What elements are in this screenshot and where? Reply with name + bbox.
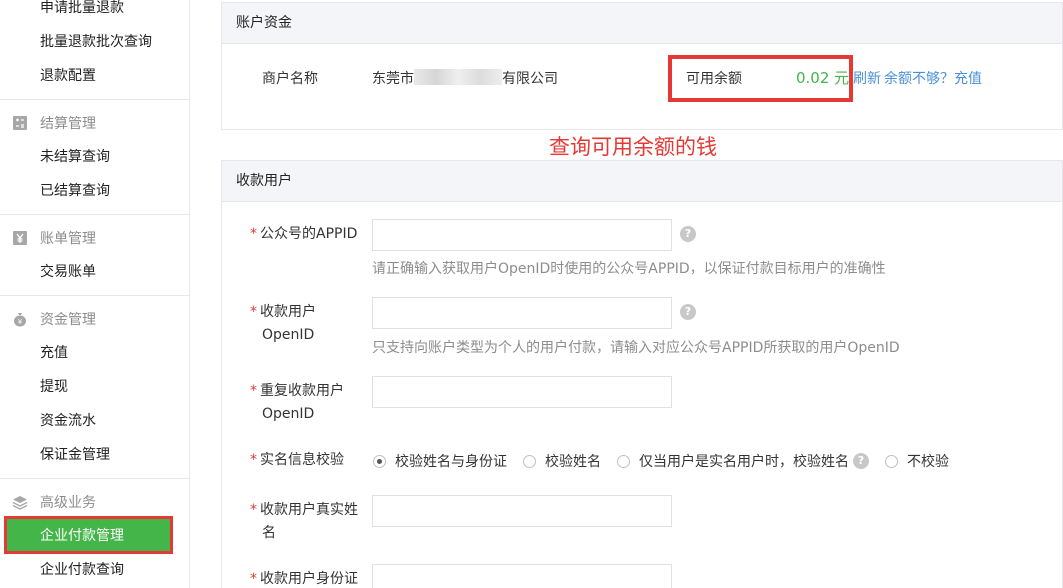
required-asterisk: *	[250, 226, 257, 242]
sidebar-divider	[0, 99, 190, 100]
refresh-link[interactable]: 刷新	[853, 68, 881, 88]
balance-value: 0.02 元	[796, 69, 850, 87]
idcard-label: * 收款用户身份证	[250, 568, 358, 588]
layers-icon	[12, 494, 28, 510]
repeat-openid-label: * 重复收款用户	[250, 380, 344, 403]
merchant-name-prefix: 东莞市	[372, 71, 414, 87]
required-asterisk: *	[250, 452, 257, 468]
idcard-label-text: 收款用户身份证	[260, 571, 358, 587]
required-asterisk: *	[250, 304, 257, 320]
help-icon[interactable]: ?	[853, 453, 869, 469]
sidebar-item-unsettled-query[interactable]: 未结算查询	[40, 147, 110, 167]
verify-radio-none[interactable]	[885, 453, 898, 469]
help-icon[interactable]: ?	[680, 226, 696, 242]
verify-radio-name[interactable]	[523, 453, 536, 469]
appid-hint: 请正确输入获取用户OpenID时使用的公众号APPID，以保证付款目标用户的准确…	[372, 261, 886, 277]
appid-label: * 公众号的APPID	[250, 223, 357, 246]
help-icon[interactable]: ?	[680, 304, 696, 320]
sidebar-divider	[0, 214, 190, 215]
verify-option-label: 不校验	[907, 454, 949, 470]
sidebar-group-settlement: 结算管理	[12, 113, 96, 133]
annotation-text: 查询可用余额的钱	[549, 135, 717, 159]
sidebar-item-enterprise-payment-query[interactable]: 企业付款查询	[40, 560, 124, 580]
sidebar-item-trade-bill[interactable]: 交易账单	[40, 262, 96, 282]
yen-icon	[12, 230, 28, 246]
sidebar-divider	[0, 478, 190, 479]
merchant-name-suffix: 有限公司	[502, 71, 558, 87]
sidebar-item-enterprise-payment-active[interactable]: 企业付款管理	[4, 516, 173, 554]
money-bag-icon: ¥	[12, 311, 28, 327]
settlement-icon	[12, 115, 28, 131]
verify-label-text: 实名信息校验	[260, 452, 344, 468]
redacted-region	[414, 69, 502, 85]
sidebar-group-label: 资金管理	[40, 312, 96, 328]
openid-input[interactable]	[372, 297, 672, 329]
sidebar-group-label: 账单管理	[40, 231, 96, 247]
verify-radio-name-id[interactable]	[373, 453, 386, 469]
sidebar-item-fund-flow[interactable]: 资金流水	[40, 411, 96, 431]
sidebar-item-label: 企业付款管理	[40, 528, 124, 544]
repeat-openid-input[interactable]	[372, 376, 672, 408]
verify-option-label: 校验姓名	[545, 454, 601, 470]
account-funds-title: 账户资金	[222, 3, 1062, 44]
sidebar-group-label: 高级业务	[40, 495, 96, 511]
balance-label: 可用余额	[686, 71, 742, 87]
sidebar-item-settled-query[interactable]: 已结算查询	[40, 181, 110, 201]
repeat-openid-label-line2: OpenID	[262, 406, 315, 422]
required-asterisk: *	[250, 383, 257, 399]
sidebar-item-withdraw[interactable]: 提现	[40, 377, 68, 397]
sidebar-item-recharge[interactable]: 充值	[40, 343, 68, 363]
sidebar-item-deposit-management[interactable]: 保证金管理	[40, 445, 110, 465]
idcard-input[interactable]	[372, 564, 672, 588]
merchant-name-label: 商户名称	[262, 71, 318, 87]
repeat-openid-label-line1: 重复收款用户	[260, 383, 344, 399]
topup-link[interactable]: 余额不够？充值	[884, 68, 982, 88]
verify-option-label: 仅当用户是实名用户时，校验姓名	[639, 454, 849, 470]
sidebar-item-refund-config[interactable]: 退款配置	[40, 66, 96, 86]
realname-input[interactable]	[372, 495, 672, 527]
account-funds-panel: 账户资金	[221, 2, 1063, 130]
verify-option-label: 校验姓名与身份证	[395, 454, 507, 470]
openid-hint: 只支持向账户类型为个人的用户付款，请输入对应公众号APPID所获取的用户Open…	[372, 340, 900, 356]
required-asterisk: *	[250, 571, 257, 587]
verify-radio-realname-only[interactable]	[617, 453, 630, 469]
appid-label-text: 公众号的APPID	[260, 226, 358, 242]
svg-text:¥: ¥	[18, 318, 23, 326]
realname-label-line1: 收款用户真实姓	[260, 502, 358, 518]
required-asterisk: *	[250, 502, 257, 518]
sidebar-group-advanced: 高级业务	[12, 492, 96, 512]
sidebar-group-label: 结算管理	[40, 116, 96, 132]
realname-label-line2: 名	[262, 525, 276, 541]
openid-label: * 收款用户	[250, 301, 316, 324]
sidebar: 申请批量退款 批量退款批次查询 退款配置 结算管理 未结算查询 已结算查询 账单…	[0, 0, 190, 588]
openid-label-line2: OpenID	[262, 327, 315, 343]
sidebar-group-bills: 账单管理	[12, 228, 96, 248]
sidebar-divider	[0, 295, 190, 296]
openid-label-line1: 收款用户	[260, 304, 316, 320]
payee-title: 收款用户	[222, 161, 1062, 202]
sidebar-item-batch-refund-query[interactable]: 批量退款批次查询	[40, 32, 152, 52]
sidebar-item-batch-refund[interactable]: 申请批量退款	[40, 0, 124, 18]
sidebar-group-funds: ¥ 资金管理	[12, 309, 96, 329]
realname-label: * 收款用户真实姓	[250, 499, 358, 522]
appid-input[interactable]	[372, 219, 672, 251]
verify-label: * 实名信息校验	[250, 449, 344, 472]
